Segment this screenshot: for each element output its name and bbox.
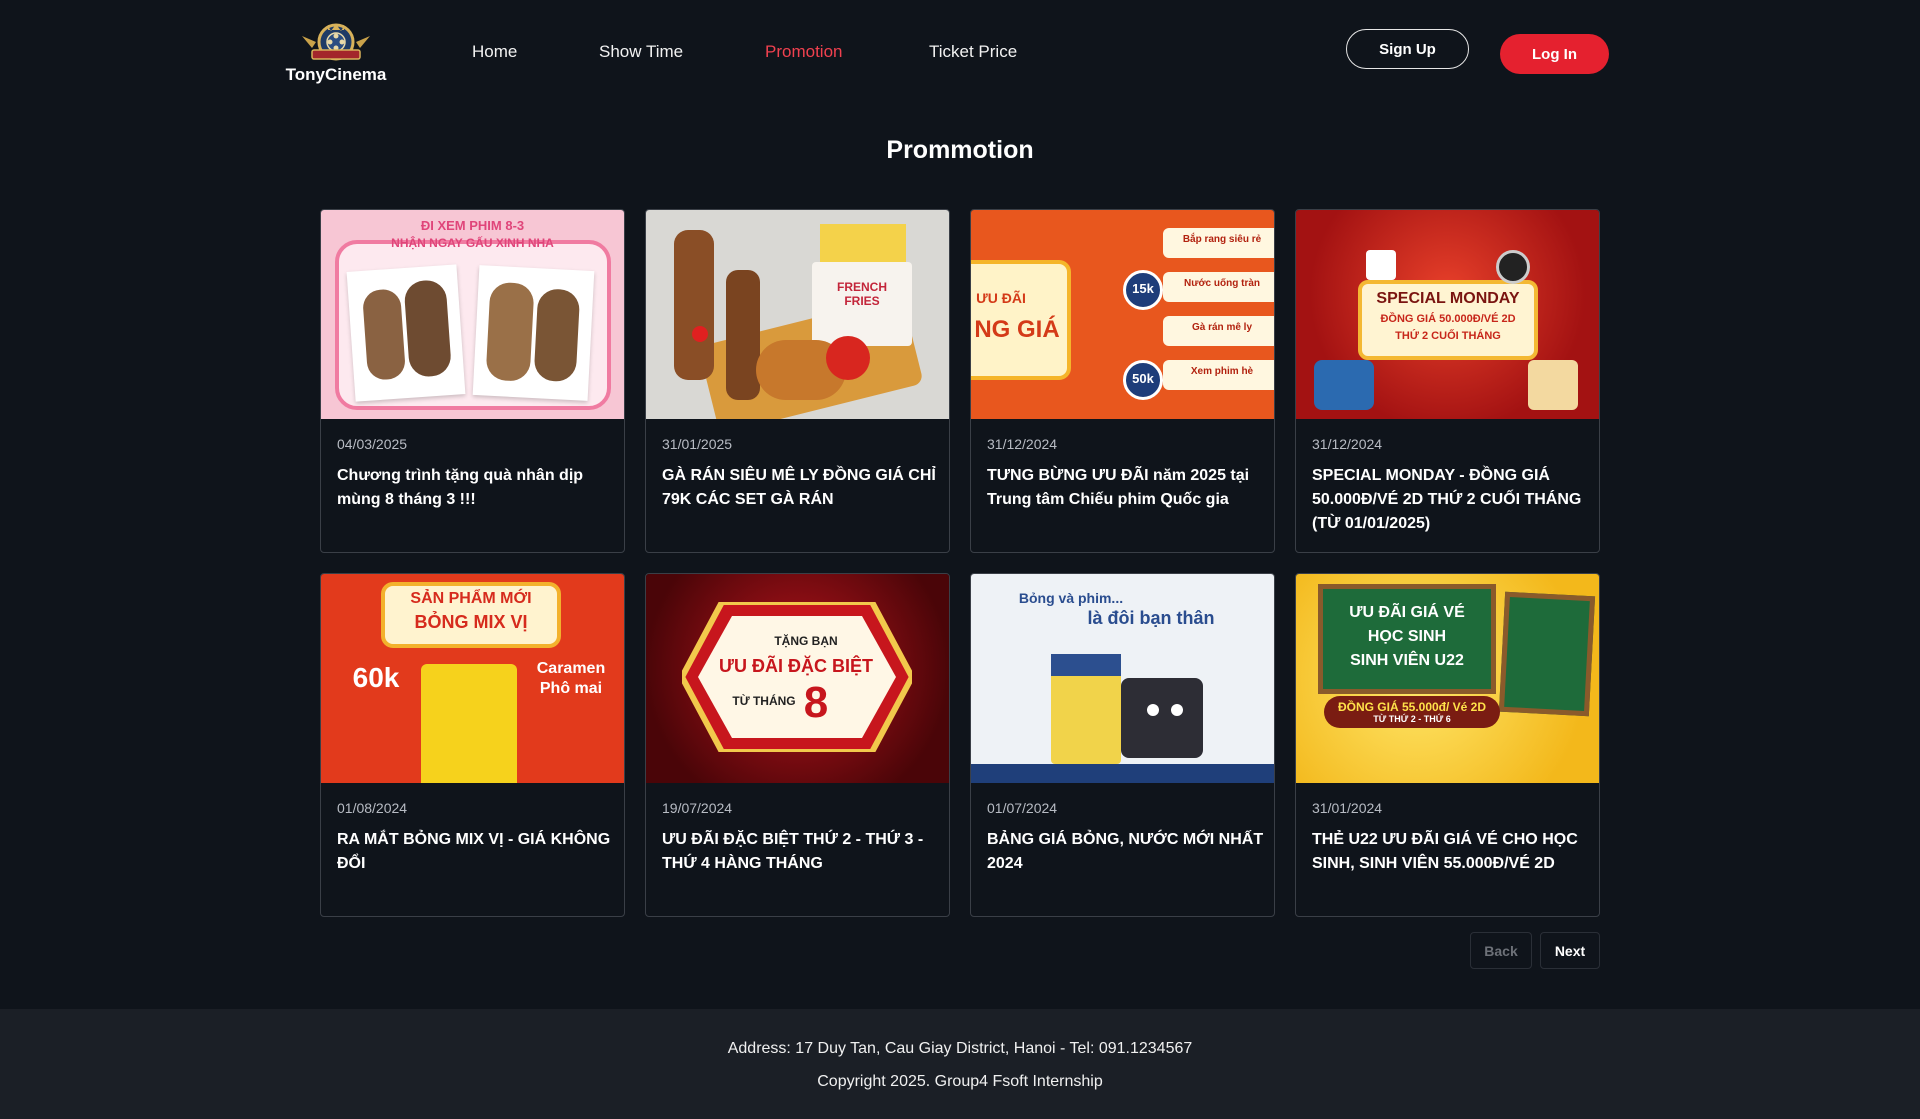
promotion-card[interactable]: SPECIAL MONDAY ĐỒNG GIÁ 50.000Đ/VÉ 2D TH… [1295,209,1600,553]
promotion-title: BẢNG GIÁ BỎNG, NƯỚC MỚI NHẤT 2024 [987,831,1264,872]
promotion-image: ĐI XEM PHIM 8-3 NHẬN NGAY GẤU XINH NHA [321,210,624,419]
page-title: Prommotion [886,136,1034,164]
promotion-date: 31/01/2024 [1312,800,1383,816]
promotion-image: ƯU ĐÃI NG GIÁ 15k 50k Bắp rang siêu rẻ N… [971,210,1274,419]
promotion-card[interactable]: ƯU ĐÃI NG GIÁ 15k 50k Bắp rang siêu rẻ N… [970,209,1275,553]
promotion-title: TƯNG BỪNG ƯU ĐÃI năm 2025 tại Trung tâm … [987,467,1250,508]
promotion-card[interactable]: ƯU ĐÃI GIÁ VÉ HỌC SINH SINH VIÊN U22 ĐỒN… [1295,573,1600,917]
back-button[interactable]: Back [1470,932,1532,969]
brand-logo[interactable]: TonyCinema [282,22,390,86]
footer-copyright: Copyright 2025. Group4 Fsoft Internship [817,1073,1103,1090]
promotion-date: 04/03/2025 [337,436,408,452]
promotion-image: SPECIAL MONDAY ĐỒNG GIÁ 50.000Đ/VÉ 2D TH… [1296,210,1599,419]
signup-button[interactable]: Sign Up [1346,29,1469,69]
nav-ticket-price[interactable]: Ticket Price [929,42,1017,62]
promotion-card[interactable]: ĐI XEM PHIM 8-3 NHẬN NGAY GẤU XINH NHA 0… [320,209,625,553]
cinema-emblem-icon [302,23,370,61]
brand-name: TonyCinema [285,65,387,84]
promotion-date: 31/12/2024 [987,436,1058,452]
promotion-date: 31/12/2024 [1312,436,1383,452]
promotion-title: THẺ U22 ƯU ĐÃI GIÁ VÉ CHO HỌC SINH, SINH… [1312,831,1578,872]
nav-home[interactable]: Home [472,42,517,62]
login-button[interactable]: Log In [1500,34,1609,74]
nav-promotion[interactable]: Promotion [765,42,842,62]
promotion-date: 01/08/2024 [337,800,408,816]
nav-show-time[interactable]: Show Time [599,42,683,62]
next-button[interactable]: Next [1540,932,1600,969]
promotion-title: Chương trình tặng quà nhân dịp mùng 8 th… [337,467,584,508]
promotion-image: SẢN PHẨM MỚI BỎNG MIX VỊ 60k Caramen Phô… [321,574,624,783]
footer: Address: 17 Duy Tan, Cau Giay District, … [0,1009,1920,1119]
promotion-title: RA MẮT BỎNG MIX VỊ - GIÁ KHÔNG ĐỔI [337,831,611,872]
promotion-card[interactable]: SẢN PHẨM MỚI BỎNG MIX VỊ 60k Caramen Phô… [320,573,625,917]
promotion-image: TẶNG BẠN ƯU ĐÃI ĐẶC BIỆT TỪ THÁNG 8 [646,574,949,783]
footer-address: Address: 17 Duy Tan, Cau Giay District, … [727,1040,1193,1057]
promotion-date: 19/07/2024 [662,800,733,816]
header: TonyCinema Home Show Time Promotion Tick… [0,0,1920,108]
promotion-title: ƯU ĐÃI ĐẶC BIỆT THỨ 2 - THỨ 3 - THỨ 4 HÀ… [662,831,924,872]
promotion-card[interactable]: TẶNG BẠN ƯU ĐÃI ĐẶC BIỆT TỪ THÁNG 8 19/0… [645,573,950,917]
promotion-title: SPECIAL MONDAY - ĐỒNG GIÁ 50.000Đ/VÉ 2D … [1312,467,1582,532]
promotion-image: ƯU ĐÃI GIÁ VÉ HỌC SINH SINH VIÊN U22 ĐỒN… [1296,574,1599,783]
promotion-image: Bỏng và phim... là đôi bạn thân [971,574,1274,783]
promotion-date: 01/07/2024 [987,800,1058,816]
promotion-date: 31/01/2025 [662,436,733,452]
promotion-image: FRENCH FRIES [646,210,949,419]
promotion-title: GÀ RÁN SIÊU MÊ LY ĐỒNG GIÁ CHỈ 79K CÁC S… [662,467,936,508]
promotion-card[interactable]: Bỏng và phim... là đôi bạn thân 01/07/20… [970,573,1275,917]
promotion-card[interactable]: FRENCH FRIES 31/01/2025 GÀ RÁN SIÊU MÊ L… [645,209,950,553]
